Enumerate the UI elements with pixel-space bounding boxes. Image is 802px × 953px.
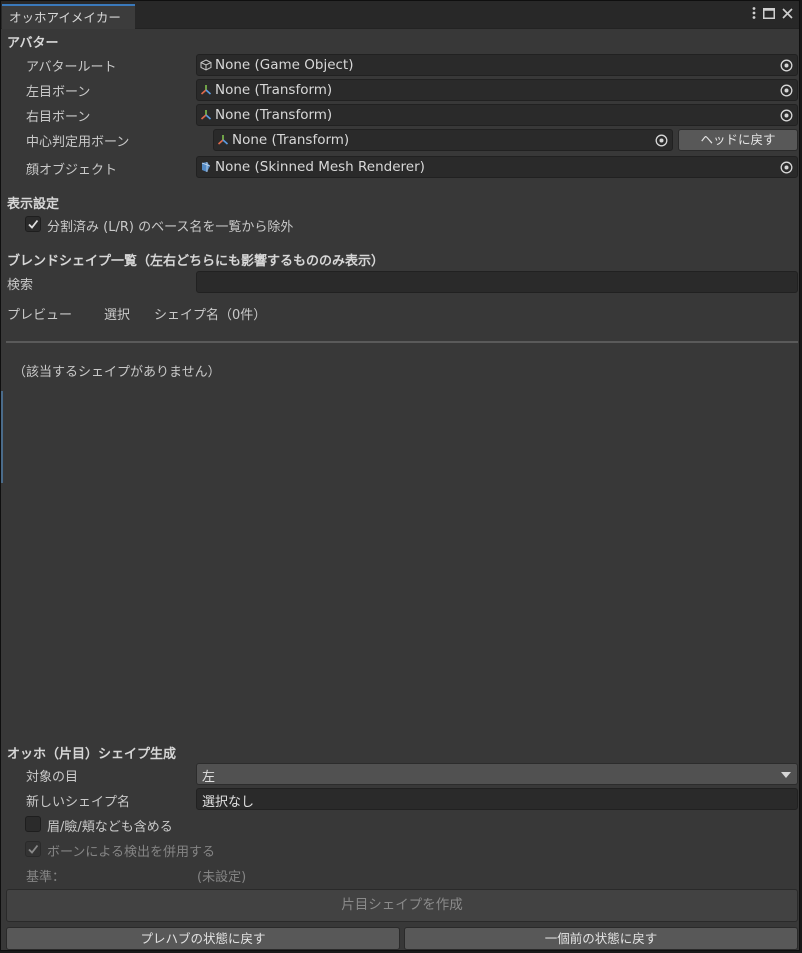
transform-icon [200,110,212,120]
left-eye-bone-label: 左目ボーン [26,85,91,100]
object-picker-icon[interactable] [780,84,793,97]
left-eye-bone-field[interactable]: None (Transform) [196,79,798,101]
create-shape-button[interactable]: 片目シェイプを作成 [6,889,798,922]
scroll-edge-indicator [1,391,3,483]
avatar-root-value: None (Game Object) [215,57,354,73]
object-picker-icon[interactable] [655,134,668,147]
generate-header: オッホ（片目）シェイプ生成 [7,747,177,762]
use-bone-detection-checkbox[interactable] [25,841,41,857]
face-object-value: None (Skinned Mesh Renderer) [215,159,425,175]
new-shape-name-value: 選択なし [202,795,255,810]
face-object-field[interactable]: None (Skinned Mesh Renderer) [196,156,798,178]
avatar-header: アバター [7,36,59,51]
object-picker-icon[interactable] [780,161,793,174]
display-settings-header: 表示設定 [7,197,60,212]
target-eye-label: 対象の目 [26,770,79,785]
window-controls [752,7,793,19]
center-bone-field[interactable]: None (Transform) [213,129,673,151]
exclude-split-label: 分割済み (L/R) のベース名を一覧から除外 [47,220,294,235]
skinned-mesh-icon [201,162,211,172]
include-brows-label: 眉/瞼/頬なども含める [47,820,173,835]
revert-previous-button[interactable]: 一個前の状態に戻す [404,927,798,950]
avatar-root-field[interactable]: None (Game Object) [196,54,798,76]
right-eye-bone-value: None (Transform) [215,107,333,123]
empty-list-message: （該当するシェイプがありません） [13,365,221,380]
right-eye-bone-field[interactable]: None (Transform) [196,104,798,126]
tab-bar: オッホアイメイカー [1,1,799,29]
center-bone-value: None (Transform) [232,132,350,148]
new-shape-name-input[interactable]: 選択なし [196,788,798,810]
search-label: 検索 [7,278,34,293]
center-bone-label: 中心判定用ボーン [26,135,130,150]
transform-icon [217,135,229,145]
list-divider [6,341,798,343]
avatar-root-label: アバタールート [26,60,117,75]
object-picker-icon[interactable] [780,109,793,122]
column-select: 選択 [104,308,131,323]
revert-prefab-button[interactable]: プレハブの状態に戻す [6,927,400,950]
baseline-value: (未設定) [197,870,247,885]
dropdown-arrow-icon [781,772,791,778]
more-options-icon[interactable] [752,7,756,19]
blendshape-list-header: ブレンドシェイプ一覧（左右どちらにも影響するもののみ表示） [7,254,385,269]
target-eye-dropdown[interactable]: 左 [196,763,798,785]
column-shape-name: シェイプ名（0件） [154,308,267,323]
tab-ohho-eye-maker[interactable]: オッホアイメイカー [2,4,135,29]
left-eye-bone-value: None (Transform) [215,82,333,98]
include-brows-checkbox[interactable] [25,816,41,832]
close-icon[interactable] [782,7,793,19]
exclude-split-checkbox[interactable] [25,216,41,232]
baseline-label: 基準： [26,870,66,885]
target-eye-value: 左 [202,770,216,785]
checkmark-icon [28,844,39,854]
checkmark-icon [28,219,39,229]
right-eye-bone-label: 右目ボーン [26,110,91,125]
maximize-icon[interactable] [763,7,775,19]
face-object-label: 顔オブジェクト [26,163,118,178]
column-preview: プレビュー [7,308,73,323]
search-input[interactable] [196,271,798,293]
new-shape-name-label: 新しいシェイプ名 [26,795,131,810]
use-bone-detection-label: ボーンによる検出を併用する [47,845,215,860]
reset-to-head-button[interactable]: ヘッドに戻す [678,129,798,151]
transform-icon [200,85,212,95]
object-picker-icon[interactable] [780,59,793,72]
game-object-icon [200,59,212,71]
editor-window: オッホアイメイカー アバター アバタールート None (Game Object… [0,0,800,951]
